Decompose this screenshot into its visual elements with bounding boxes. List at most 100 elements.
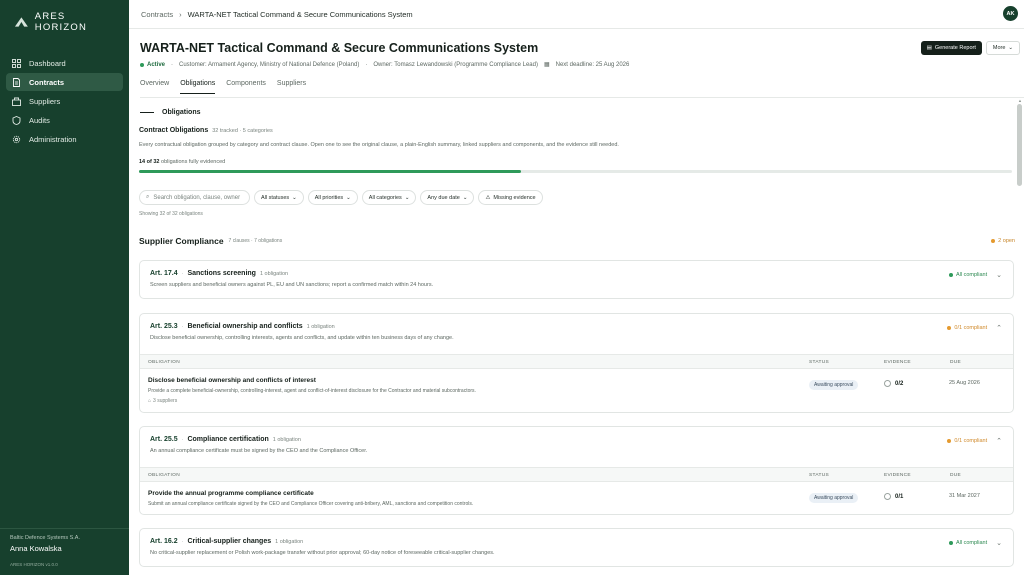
breadcrumb-contracts[interactable]: Contracts <box>141 10 173 19</box>
header-actions: ▤ Generate Report More ⌄ <box>920 41 1020 55</box>
progress-text: 14 of 32 obligations fully evidenced <box>139 159 225 165</box>
chevron-up-icon[interactable]: ⌃ <box>996 437 1002 445</box>
scroll-up-icon[interactable]: ▲ <box>1018 98 1022 103</box>
compliance-label: 0/1 compliant <box>954 325 988 331</box>
deadline-text: Next deadline: 25 Aug 2026 <box>555 61 630 68</box>
group-subtitle: 7 clauses · 7 obligations <box>228 238 283 244</box>
clause-name: Compliance certification <box>187 436 269 443</box>
filter-bar: ⌕ Search obligation, clause, owner All s… <box>139 190 543 205</box>
compliance-badge: All compliant ⌄ <box>948 539 1002 547</box>
compliance-dot-icon <box>947 326 952 330</box>
sidebar-divider <box>0 528 129 529</box>
clause-name: Critical-supplier changes <box>187 538 272 545</box>
showing-count: Showing 32 of 32 obligations <box>139 211 203 217</box>
compliance-dot-icon <box>948 273 953 277</box>
clause-header[interactable]: Art. 25.5 · Compliance certification 1 o… <box>140 427 1013 467</box>
sidebar-item-contracts[interactable]: Contracts <box>6 73 123 91</box>
tab-components[interactable]: Components <box>226 80 266 94</box>
search-icon: ⌕ <box>146 194 150 200</box>
supplier-count: ⌂ 3 suppliers <box>148 398 177 404</box>
compliance-dot-icon <box>947 439 952 443</box>
clause-name: Beneficial ownership and conflicts <box>187 323 303 330</box>
clause-header[interactable]: Art. 17.4 · Sanctions screening 1 obliga… <box>140 261 1013 298</box>
obligation-title: Disclose beneficial ownership and confli… <box>148 377 316 384</box>
topbar: Contracts › WARTA-NET Tactical Command &… <box>129 0 1024 29</box>
status-dot-icon <box>140 62 144 67</box>
sidebar-item-audits[interactable]: Audits <box>6 111 123 129</box>
progress-fill <box>139 170 521 173</box>
sidebar-item-suppliers[interactable]: Suppliers <box>6 92 123 110</box>
section-label: Obligations <box>140 109 201 116</box>
clause-header[interactable]: Art. 25.3 · Beneficial ownership and con… <box>140 314 1013 354</box>
clause-title: Art. 16.2 · Critical-supplier changes 1 … <box>150 538 1003 545</box>
tab-suppliers[interactable]: Suppliers <box>277 80 306 94</box>
supplier-count-label: 3 suppliers <box>153 398 178 404</box>
table-header: OBLIGATION STATUS EVIDENCE DUE <box>140 354 1013 369</box>
tab-overview[interactable]: Overview <box>140 80 169 94</box>
compliance-badge: 0/1 compliant ⌃ <box>947 324 1002 332</box>
sidebar-item-administration[interactable]: Administration <box>6 130 123 148</box>
title-separator: · <box>181 270 184 277</box>
column-status: STATUS <box>809 473 830 478</box>
organisation-name: Baltic Defence Systems S.A. <box>10 535 80 541</box>
clause-card[interactable]: Art. 25.3 · Beneficial ownership and con… <box>139 313 1014 413</box>
progress-suffix: obligations fully evidenced <box>161 159 226 165</box>
status-filter[interactable]: All statuses ⌄ <box>254 190 304 205</box>
status-label: Active <box>147 61 166 68</box>
search-placeholder: Search obligation, clause, owner <box>153 194 241 201</box>
clause-article: Art. 25.3 <box>150 323 178 330</box>
chevron-down-icon[interactable]: ⌄ <box>996 271 1002 279</box>
tab-obligations[interactable]: Obligations <box>180 80 216 94</box>
table-row[interactable]: Disclose beneficial ownership and confli… <box>140 369 1013 407</box>
sidebar-item-dashboard[interactable]: Dashboard <box>6 54 123 72</box>
brand[interactable]: ARES HORIZON <box>0 0 129 44</box>
category-filter[interactable]: All categories ⌄ <box>361 190 417 205</box>
chevron-up-icon[interactable]: ⌃ <box>996 324 1002 332</box>
customer-text: Customer: Armament Agency, Ministry of N… <box>179 61 360 68</box>
evidence-count: 0/2 <box>884 380 903 387</box>
chevron-down-icon[interactable]: ⌄ <box>996 539 1002 547</box>
breadcrumb-current: WARTA-NET Tactical Command & Secure Comm… <box>187 9 413 19</box>
clause-card[interactable]: Art. 25.5 · Compliance certification 1 o… <box>139 426 1014 515</box>
compliance-badge: All compliant ⌄ <box>948 271 1002 279</box>
column-status: STATUS <box>809 360 830 365</box>
clause-header[interactable]: Art. 16.2 · Critical-supplier changes 1 … <box>140 529 1013 566</box>
clause-article: Art. 17.4 <box>150 270 178 277</box>
sidebar-nav: Dashboard Contracts Suppliers Audits Adm… <box>0 54 129 148</box>
generate-report-button[interactable]: ▤ Generate Report <box>920 41 982 55</box>
clause-count: 1 obligation <box>275 538 304 545</box>
avatar[interactable]: AK <box>1003 6 1018 21</box>
search-input[interactable]: ⌕ Search obligation, clause, owner <box>139 190 250 205</box>
clause-title: Art. 17.4 · Sanctions screening 1 obliga… <box>150 270 1003 277</box>
group-header: Supplier Compliance 7 clauses · 7 obliga… <box>139 236 1015 246</box>
status-badge: Active <box>140 62 165 68</box>
clause-article: Art. 16.2 <box>150 538 178 545</box>
progress-count: 14 of 32 <box>139 159 160 165</box>
contract-meta: Active · Customer: Armament Agency, Mini… <box>140 61 1016 68</box>
priority-filter[interactable]: All priorities ⌄ <box>307 190 358 205</box>
due-date: 25 Aug 2026 <box>949 380 980 386</box>
page-title: WARTA-NET Tactical Command & Secure Comm… <box>140 41 539 55</box>
clause-title: Art. 25.3 · Beneficial ownership and con… <box>150 323 1003 330</box>
column-due: DUE <box>950 360 962 365</box>
clause-count: 1 obligation <box>272 436 301 443</box>
due-date-filter[interactable]: Any due date ⌄ <box>420 190 475 205</box>
scrollbar[interactable] <box>1017 104 1022 186</box>
user-name[interactable]: Anna Kowalska <box>10 544 80 553</box>
clause-card[interactable]: Art. 16.2 · Critical-supplier changes 1 … <box>139 528 1014 567</box>
clause-description: No critical-supplier replacement or Poli… <box>150 550 495 556</box>
open-count-badge: 2 open <box>991 238 1015 244</box>
contract-icon <box>12 77 21 87</box>
section-label-text: Obligations <box>162 109 201 116</box>
sidebar: ARES HORIZON Dashboard Contracts Supplie… <box>0 0 129 575</box>
status-filter-label: All statuses <box>261 194 290 201</box>
more-button[interactable]: More ⌄ <box>985 41 1020 55</box>
compliance-label: 0/1 compliant <box>954 438 988 444</box>
obligation-title: Provide the annual programme compliance … <box>148 490 314 497</box>
column-due: DUE <box>950 473 962 478</box>
dashboard-icon <box>12 58 21 68</box>
missing-evidence-filter[interactable]: ⚠ Missing evidence <box>478 190 543 205</box>
warning-icon: ⚠ <box>485 194 491 201</box>
clause-card[interactable]: Art. 17.4 · Sanctions screening 1 obliga… <box>139 260 1014 299</box>
table-row[interactable]: Provide the annual programme compliance … <box>140 482 1013 512</box>
